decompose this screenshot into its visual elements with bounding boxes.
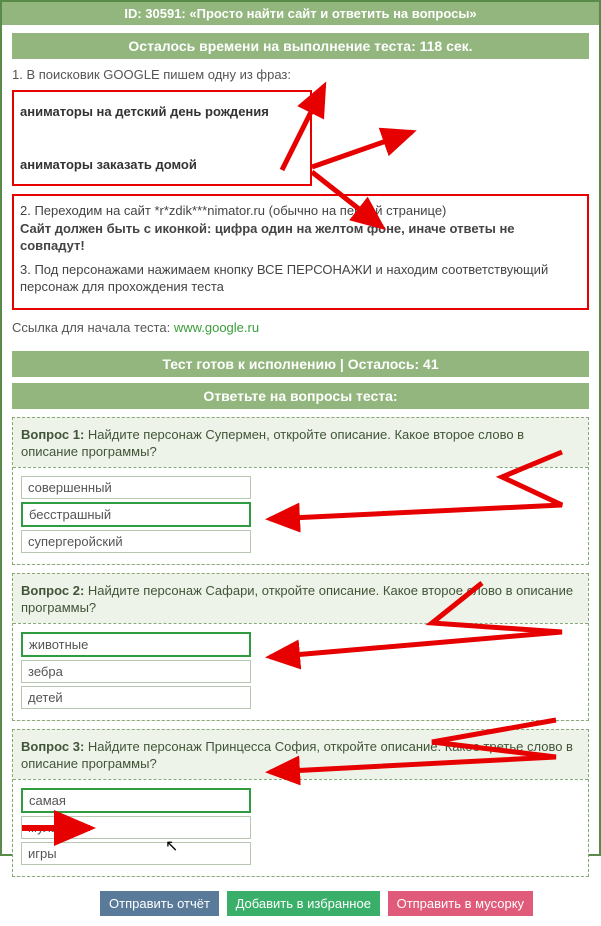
send-trash-button[interactable]: Отправить в мусорку bbox=[388, 891, 533, 916]
ready-bar: Тест готов к исполнению | Осталось: 41 bbox=[12, 351, 589, 377]
search-phrase-2: аниматоры заказать домой bbox=[18, 149, 306, 180]
instruction-1: 1. В поисковик GOOGLE пишем одну из фраз… bbox=[12, 63, 589, 84]
search-phrases-box: аниматоры на детский день рождения анима… bbox=[12, 90, 312, 186]
question-block-3: Вопрос 3: Найдите персонаж Принцесса Соф… bbox=[12, 729, 589, 877]
answer-option[interactable]: детей bbox=[21, 686, 251, 709]
search-phrase-1: аниматоры на детский день рождения bbox=[18, 96, 306, 127]
questions-title-bar: Ответьте на вопросы теста: bbox=[12, 383, 589, 409]
page: ID: 30591: «Просто найти сайт и ответить… bbox=[0, 0, 601, 856]
answer-option[interactable]: бесстрашный bbox=[21, 502, 251, 527]
start-link-label: Ссылка для начала теста: bbox=[12, 320, 174, 335]
question-block-1: Вопрос 1: Найдите персонаж Супермен, отк… bbox=[12, 417, 589, 565]
instruction-2-warning: Сайт должен быть с иконкой: цифра один н… bbox=[20, 221, 515, 254]
answer-option[interactable]: животные bbox=[21, 632, 251, 657]
submit-report-button[interactable]: Отправить отчёт bbox=[100, 891, 219, 916]
answer-option[interactable]: супергеройский bbox=[21, 530, 251, 553]
answer-option[interactable]: игры bbox=[21, 842, 251, 865]
page-title-bar: ID: 30591: «Просто найти сайт и ответить… bbox=[2, 2, 599, 25]
timer-bar: Осталось времени на выполнение теста: 11… bbox=[12, 33, 589, 59]
instructions-block: 1. В поисковик GOOGLE пишем одну из фраз… bbox=[2, 63, 599, 343]
instruction-2: 2. Переходим на сайт *r*zdik***nimator.r… bbox=[20, 203, 446, 218]
add-favorite-button[interactable]: Добавить в избранное bbox=[227, 891, 380, 916]
instructions-warning-box: 2. Переходим на сайт *r*zdik***nimator.r… bbox=[12, 194, 589, 310]
question-text-3: Вопрос 3: Найдите персонаж Принцесса Соф… bbox=[21, 738, 580, 773]
answer-option[interactable]: совершенный bbox=[21, 476, 251, 499]
question-text-2: Вопрос 2: Найдите персонаж Сафари, откро… bbox=[21, 582, 580, 617]
answer-option[interactable]: мультик bbox=[21, 816, 251, 839]
question-text-1: Вопрос 1: Найдите персонаж Супермен, отк… bbox=[21, 426, 580, 461]
answer-option[interactable]: зебра bbox=[21, 660, 251, 683]
instruction-3: 3. Под персонажами нажимаем кнопку ВСЕ П… bbox=[20, 261, 581, 296]
start-link-line: Ссылка для начала теста: www.google.ru bbox=[12, 316, 589, 343]
button-row: Отправить отчёт Добавить в избранное Отп… bbox=[2, 885, 599, 926]
start-link[interactable]: www.google.ru bbox=[174, 320, 259, 335]
answer-option[interactable]: самая bbox=[21, 788, 251, 813]
question-block-2: Вопрос 2: Найдите персонаж Сафари, откро… bbox=[12, 573, 589, 721]
